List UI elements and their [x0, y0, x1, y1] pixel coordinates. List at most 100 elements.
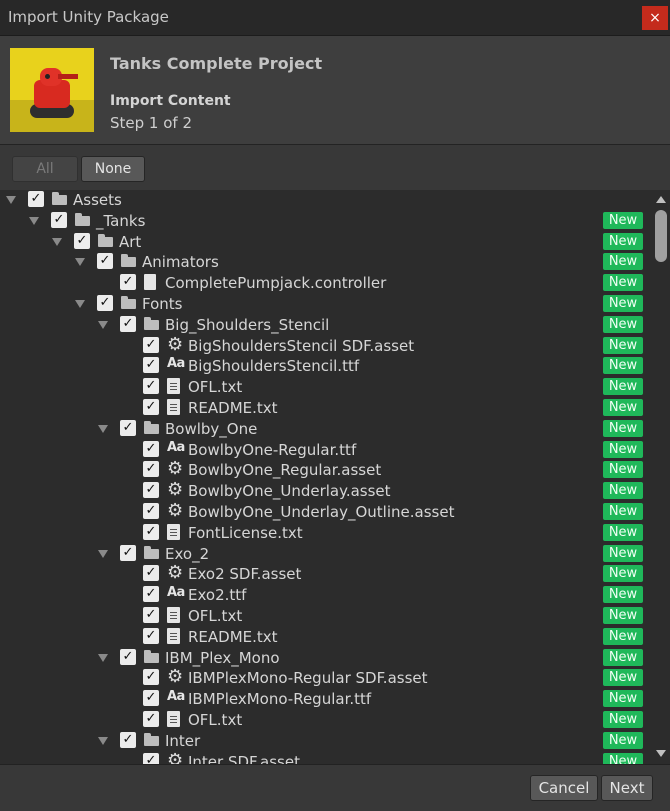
tree-row[interactable]: ✓ Big_Shoulders_Stencil New	[0, 315, 652, 336]
expand-arrow-icon[interactable]	[98, 653, 108, 662]
gear-icon: ⚙	[167, 749, 184, 764]
tree-row[interactable]: ✓ Aa IBMPlexMono-Regular.ttf New	[0, 689, 652, 710]
gear-icon: ⚙	[167, 562, 184, 584]
tree-row[interactable]: ✓ Bowlby_One New	[0, 419, 652, 440]
tree-row[interactable]: ✓ OFL.txt New	[0, 377, 652, 398]
text-file-icon	[167, 607, 180, 623]
include-checkbox[interactable]: ✓	[143, 378, 159, 395]
include-checkbox[interactable]: ✓	[143, 482, 159, 499]
include-checkbox[interactable]: ✓	[51, 211, 67, 228]
scroll-down-arrow-icon[interactable]	[656, 750, 666, 757]
include-checkbox[interactable]: ✓	[143, 440, 159, 457]
next-button[interactable]: Next	[601, 775, 653, 801]
include-checkbox[interactable]: ✓	[143, 523, 159, 540]
expand-arrow-icon[interactable]	[98, 549, 108, 558]
tree-row[interactable]: ✓ Fonts New	[0, 294, 652, 315]
include-checkbox[interactable]: ✓	[120, 274, 136, 291]
expand-arrow-icon[interactable]	[29, 216, 39, 225]
expand-arrow-icon[interactable]	[98, 424, 108, 433]
close-button[interactable]: ×	[642, 6, 668, 30]
include-checkbox[interactable]: ✓	[120, 544, 136, 561]
expand-arrow-icon[interactable]	[98, 736, 108, 745]
cancel-button[interactable]: Cancel	[530, 775, 598, 801]
folder-icon	[98, 233, 114, 248]
tree-row[interactable]: ✓ Animators New	[0, 252, 652, 273]
expand-arrow-icon[interactable]	[98, 320, 108, 329]
expand-arrow-icon[interactable]	[52, 237, 62, 246]
select-all-button[interactable]: All	[12, 156, 78, 182]
tree-row[interactable]: ✓ README.txt New	[0, 398, 652, 419]
folder-icon	[121, 296, 137, 310]
include-checkbox[interactable]: ✓	[74, 232, 90, 249]
tree-item-label: OFL.txt	[188, 711, 243, 729]
new-badge: New	[603, 711, 643, 728]
include-checkbox[interactable]: ✓	[143, 711, 159, 727]
tree-row[interactable]: ✓ Assets	[0, 190, 652, 211]
tree-row[interactable]: ✓ Art New	[0, 232, 652, 253]
tree-item-label: IBMPlexMono-Regular SDF.asset	[188, 669, 428, 688]
new-badge: New	[603, 565, 643, 583]
tree-item-label: Exo2.ttf	[188, 586, 247, 605]
include-checkbox[interactable]: ✓	[143, 503, 159, 519]
include-checkbox[interactable]: ✓	[143, 627, 159, 644]
font-icon: Aa	[167, 439, 185, 455]
scroll-up-arrow-icon[interactable]	[656, 196, 666, 203]
tree-item-label: BowlbyOne-Regular.ttf	[188, 440, 357, 459]
tree-item-label: OFL.txt	[188, 378, 243, 397]
include-checkbox[interactable]: ✓	[120, 648, 136, 665]
include-checkbox[interactable]: ✓	[120, 731, 136, 748]
dialog-footer: Cancel Next	[0, 764, 670, 811]
tree-item-label: OFL.txt	[188, 607, 243, 625]
include-checkbox[interactable]: ✓	[143, 752, 159, 764]
expand-arrow-icon[interactable]	[6, 196, 16, 204]
tree-item-label: BowlbyOne_Underlay.asset	[188, 482, 391, 501]
include-checkbox[interactable]: ✓	[120, 315, 136, 332]
include-checkbox[interactable]: ✓	[120, 419, 136, 436]
expand-arrow-icon[interactable]	[75, 300, 85, 308]
tree-row[interactable]: ✓ ⚙ Inter SDF.asset New	[0, 749, 652, 764]
include-checkbox[interactable]: ✓	[143, 336, 159, 353]
include-checkbox[interactable]: ✓	[28, 191, 44, 207]
include-checkbox[interactable]: ✓	[143, 669, 159, 686]
tree-row[interactable]: ✓ ⚙ BowlbyOne_Underlay_Outline.asset New	[0, 501, 652, 523]
include-checkbox[interactable]: ✓	[97, 295, 113, 311]
tree-row[interactable]: ✓ README.txt New	[0, 627, 652, 648]
select-none-button[interactable]: None	[81, 156, 145, 182]
include-checkbox[interactable]: ✓	[143, 565, 159, 582]
tree-row[interactable]: ✓ Inter New	[0, 731, 652, 752]
tree-row[interactable]: ✓ OFL.txt New	[0, 606, 652, 627]
include-checkbox[interactable]: ✓	[143, 399, 159, 415]
include-checkbox[interactable]: ✓	[143, 690, 159, 707]
tree-item-label: Bowlby_One	[165, 419, 258, 438]
folder-icon	[121, 254, 137, 268]
tree-row[interactable]: ✓ ⚙ IBMPlexMono-Regular SDF.asset New	[0, 666, 652, 689]
tree-scrollbar[interactable]	[652, 190, 670, 764]
tree-row[interactable]: ✓ Aa Exo2.ttf New	[0, 585, 652, 606]
scrollbar-thumb[interactable]	[655, 210, 667, 262]
new-badge: New	[603, 544, 643, 562]
tree-row[interactable]: ✓ CompletePumpjack.controller New	[0, 273, 652, 294]
tree-row[interactable]: ✓ ⚙ BowlbyOne_Underlay.asset New	[0, 480, 652, 502]
tree-row[interactable]: ✓ Aa BigShouldersStencil.ttf New	[0, 356, 652, 377]
include-checkbox[interactable]: ✓	[143, 461, 159, 478]
tree-row[interactable]: ✓ IBM_Plex_Mono New	[0, 648, 652, 669]
include-checkbox[interactable]: ✓	[143, 357, 159, 374]
package-content-tree: ✓ Assets ✓ _Tanks New ✓ Art New ✓ Animators New ✓ Co…	[0, 190, 652, 764]
tree-item-label: IBM_Plex_Mono	[165, 648, 280, 667]
new-badge: New	[603, 399, 643, 416]
gear-icon: ⚙	[167, 666, 184, 688]
tree-row[interactable]: ✓ ⚙ BowlbyOne_Regular.asset New	[0, 459, 652, 481]
include-checkbox[interactable]: ✓	[143, 586, 159, 603]
tree-row[interactable]: ✓ Exo_2 New	[0, 544, 652, 565]
tree-row[interactable]: ✓ _Tanks New	[0, 211, 652, 232]
tree-row[interactable]: ✓ ⚙ Exo2 SDF.asset New	[0, 562, 652, 585]
include-checkbox[interactable]: ✓	[97, 253, 113, 270]
tree-row[interactable]: ✓ Aa BowlbyOne-Regular.ttf New	[0, 440, 652, 461]
expand-arrow-icon[interactable]	[75, 258, 85, 267]
tree-row[interactable]: ✓ OFL.txt New	[0, 710, 652, 731]
tree-row[interactable]: ✓ FontLicense.txt New	[0, 523, 652, 544]
tree-item-label: README.txt	[188, 627, 278, 646]
new-badge: New	[603, 232, 643, 250]
tree-row[interactable]: ✓ ⚙ BigShouldersStencil SDF.asset New	[0, 334, 652, 357]
include-checkbox[interactable]: ✓	[143, 607, 159, 623]
